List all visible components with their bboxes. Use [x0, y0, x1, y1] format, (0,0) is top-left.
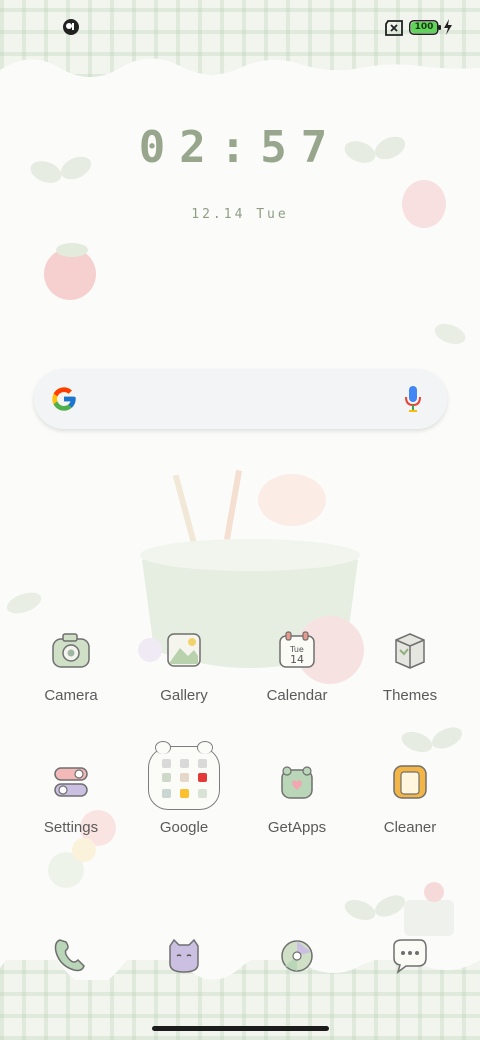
- mini-app-icon: [198, 773, 207, 782]
- charging-icon: [444, 19, 452, 35]
- getapps-icon: [281, 766, 313, 799]
- mini-app-icon: [180, 773, 189, 782]
- status-bar: 100: [0, 0, 480, 56]
- cake-decoration: [344, 882, 454, 936]
- app-gallery[interactable]: Gallery: [128, 622, 240, 732]
- mini-app-icon: [180, 789, 189, 798]
- mini-app-icon: [180, 759, 189, 768]
- gesture-navigation-handle[interactable]: [152, 1026, 329, 1031]
- google-search-bar[interactable]: [34, 369, 447, 429]
- messaging-cat-icon[interactable]: [164, 936, 204, 976]
- app-themes[interactable]: Themes: [354, 622, 466, 732]
- svg-text:14: 14: [290, 653, 304, 666]
- mini-app-icon: [162, 773, 171, 782]
- wallpaper-wave-top: [0, 58, 480, 90]
- google-logo-icon: [52, 387, 76, 411]
- leaf-decoration: [6, 592, 42, 614]
- app-calendar[interactable]: Tue 14 Calendar: [241, 622, 353, 732]
- no-sim-icon: [385, 20, 403, 36]
- app-label: GetApps: [267, 819, 327, 836]
- app-getapps[interactable]: GetApps: [241, 754, 353, 864]
- folder-ear-left: [155, 741, 171, 754]
- settings-icon: [54, 767, 88, 797]
- clock-time[interactable]: 02:57: [0, 120, 480, 176]
- folder-ear-right: [197, 741, 213, 754]
- notification-icon: [63, 19, 79, 35]
- clock-date[interactable]: 12.14 Tue: [0, 205, 480, 225]
- app-label: Camera: [44, 687, 98, 704]
- strawberry-decoration: [44, 243, 96, 300]
- app-label: Google: [159, 819, 209, 836]
- app-label: Cleaner: [383, 819, 437, 836]
- leaf-decoration: [434, 323, 466, 345]
- cleaner-icon: [393, 765, 427, 799]
- calendar-icon: Tue 14: [279, 631, 315, 668]
- themes-icon: [395, 633, 425, 669]
- battery-level: 100: [411, 22, 437, 33]
- microphone-icon[interactable]: [404, 385, 422, 413]
- app-label: Gallery: [160, 687, 208, 704]
- mini-app-icon: [162, 789, 171, 798]
- battery-icon: 100: [409, 20, 441, 35]
- app-label: Themes: [382, 687, 438, 704]
- app-label: Settings: [43, 819, 99, 836]
- camera-icon: [52, 633, 90, 668]
- app-camera[interactable]: Camera: [15, 622, 127, 732]
- google-folder-icon[interactable]: [148, 741, 220, 810]
- browser-ball-icon[interactable]: [277, 936, 317, 976]
- mini-app-icon: [198, 759, 207, 768]
- app-settings[interactable]: Settings: [15, 754, 127, 864]
- phone-icon[interactable]: [50, 936, 90, 976]
- mini-app-icon: [162, 759, 171, 768]
- app-label: Calendar: [266, 687, 328, 704]
- mini-app-icon: [198, 789, 207, 798]
- messages-icon[interactable]: [390, 936, 430, 976]
- gallery-icon: [167, 633, 201, 667]
- app-cleaner[interactable]: Cleaner: [354, 754, 466, 864]
